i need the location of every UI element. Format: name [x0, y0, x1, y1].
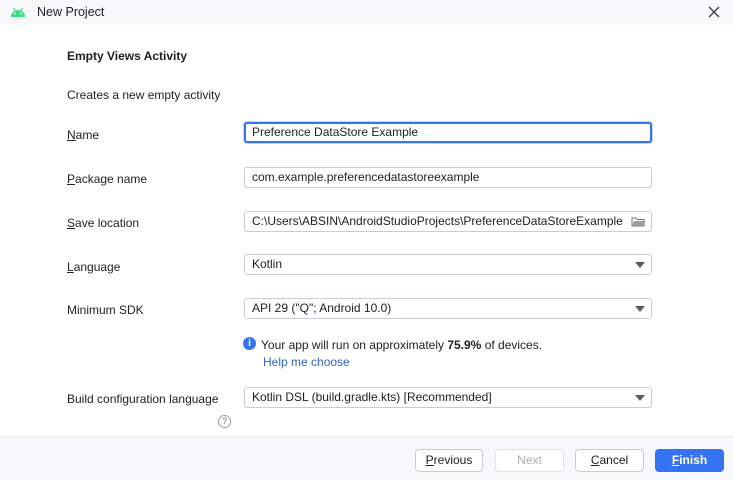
coverage-text-before: Your app will run on approximately	[261, 338, 448, 352]
save-location-input[interactable]: C:\Users\ABSIN\AndroidStudioProjects\Pre…	[244, 211, 652, 232]
name-label: Name	[67, 128, 99, 142]
package-name-label: Package name	[67, 172, 147, 186]
build-config-label: Build configuration language	[67, 392, 219, 406]
finish-rest: inish	[679, 453, 708, 467]
save-label-rest: ave location	[75, 216, 140, 230]
build-config-select[interactable]: Kotlin DSL (build.gradle.kts) [Recommend…	[244, 387, 652, 408]
language-select[interactable]: Kotlin	[244, 254, 652, 275]
package-name-input[interactable]: com.example.preferencedatastoreexample	[244, 167, 652, 188]
language-label: Language	[67, 260, 120, 274]
minimum-sdk-select[interactable]: API 29 ("Q"; Android 10.0)	[244, 298, 652, 319]
footer-bar: Previous Next Cancel Finish	[0, 436, 733, 480]
package-label-mnemonic: P	[67, 172, 76, 186]
save-location-label: Save location	[67, 216, 139, 230]
language-label-rest: anguage	[73, 260, 121, 274]
help-me-choose-link[interactable]: Help me choose	[263, 355, 350, 369]
help-icon[interactable]: ?	[218, 415, 231, 428]
title-bar: New Project	[0, 0, 733, 24]
chevron-down-icon	[635, 262, 645, 268]
chevron-down-icon	[635, 395, 645, 401]
window-title: New Project	[37, 5, 105, 19]
template-description: Creates a new empty activity	[67, 88, 221, 102]
android-icon	[10, 6, 26, 21]
name-input[interactable]: Preference DataStore Example	[244, 122, 652, 143]
language-label-mnemonic: L	[67, 260, 74, 274]
name-label-rest: ame	[75, 128, 100, 142]
close-icon[interactable]	[706, 4, 722, 20]
finish-button[interactable]: Finish	[655, 449, 724, 472]
folder-icon[interactable]	[631, 215, 646, 231]
info-icon: i	[243, 337, 256, 350]
coverage-text-after: of devices.	[481, 338, 543, 352]
name-input-value: Preference DataStore Example	[252, 125, 419, 139]
previous-rest: revious	[433, 453, 473, 467]
chevron-down-icon	[635, 306, 645, 312]
name-label-mnemonic: N	[67, 128, 76, 142]
minimum-sdk-value: API 29 ("Q"; Android 10.0)	[252, 301, 392, 315]
cancel-button[interactable]: Cancel	[575, 449, 644, 472]
previous-button[interactable]: Previous	[415, 449, 483, 472]
package-label-rest: ackage name	[75, 172, 148, 186]
previous-mnemonic: P	[425, 453, 434, 467]
build-config-value: Kotlin DSL (build.gradle.kts) [Recommend…	[252, 390, 492, 404]
device-coverage-text: Your app will run on approximately 75.9%…	[261, 338, 542, 352]
minimum-sdk-label: Minimum SDK	[67, 303, 144, 317]
next-button[interactable]: Next	[495, 449, 564, 472]
content-panel: Empty Views Activity Creates a new empty…	[0, 25, 733, 436]
save-location-value: C:\Users\ABSIN\AndroidStudioProjects\Pre…	[252, 214, 623, 228]
save-label-mnemonic: S	[67, 216, 76, 230]
template-heading: Empty Views Activity	[67, 49, 188, 63]
cancel-rest: ancel	[599, 453, 629, 467]
language-value: Kotlin	[252, 257, 283, 271]
package-name-value: com.example.preferencedatastoreexample	[252, 170, 480, 184]
coverage-percent: 75.9%	[447, 338, 482, 352]
